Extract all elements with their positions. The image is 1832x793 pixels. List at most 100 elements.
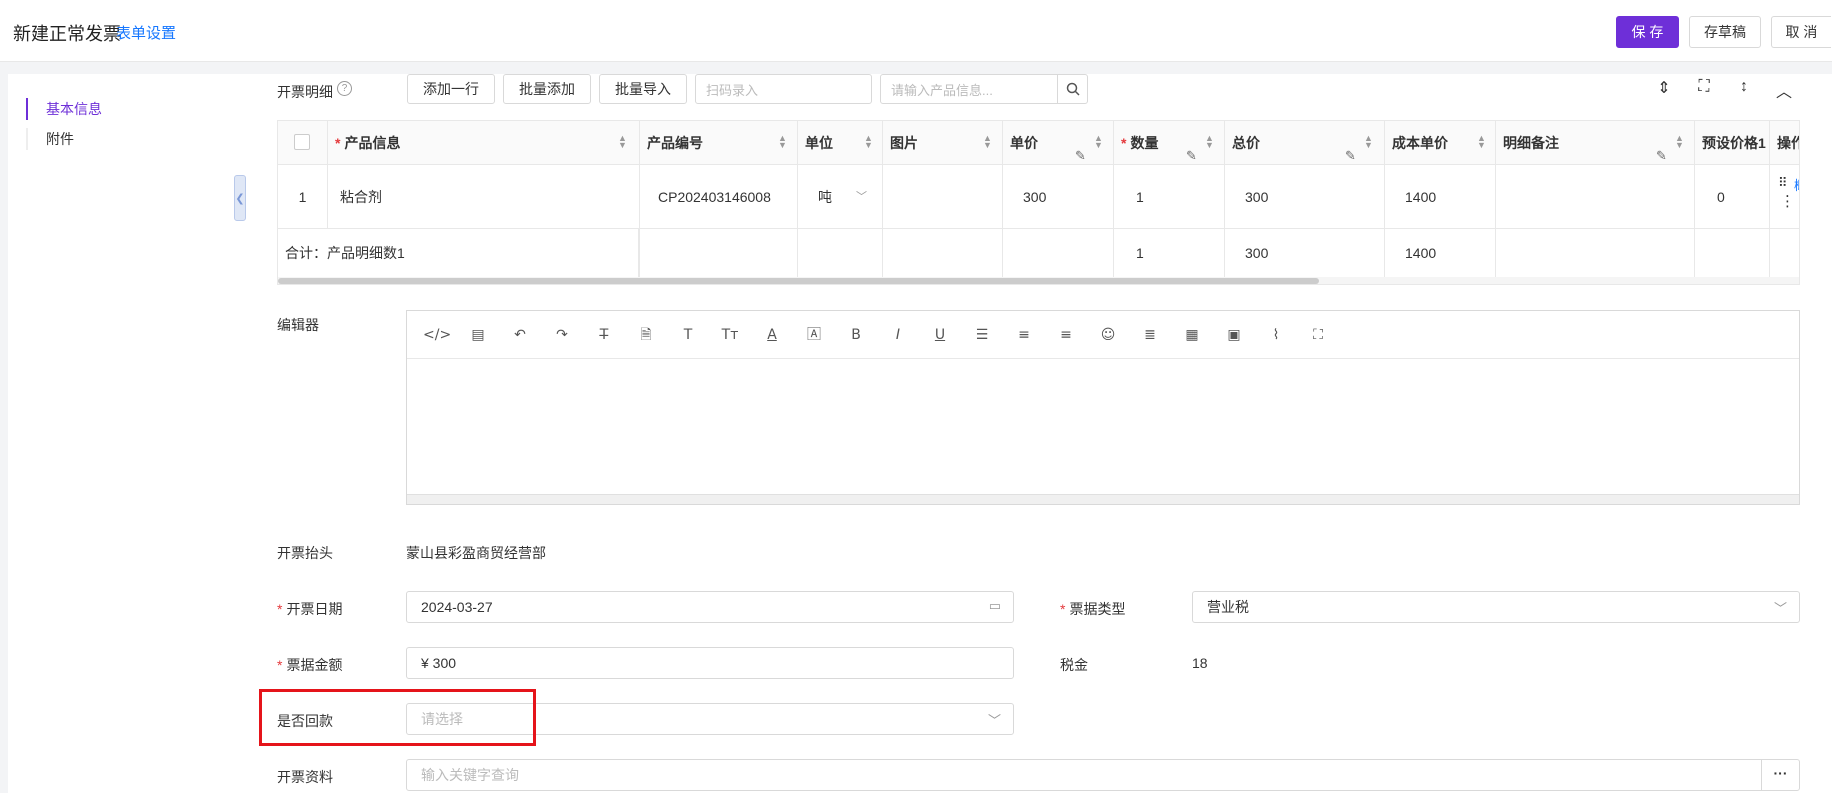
paste-doc-icon[interactable]: 🗎 bbox=[633, 325, 659, 345]
row-index: 1 bbox=[278, 165, 327, 229]
chevron-left-icon: ❮ bbox=[235, 192, 245, 205]
cell-cost-price: 1400 bbox=[1385, 165, 1495, 229]
scan-input[interactable]: 扫码录入 bbox=[695, 74, 872, 104]
amount-input[interactable]: ¥ 300 bbox=[406, 647, 1014, 679]
font-size-icon[interactable]: Tт bbox=[717, 325, 743, 345]
density-icon[interactable]: ⇕ bbox=[1654, 78, 1674, 98]
cell-remark[interactable] bbox=[1496, 165, 1694, 229]
rich-text-editor: </> ▤ ↶ ↷ T̶ 🗎 T Tт A 🄰 B I U ☰ ≡ ≡ ☺ ≣ … bbox=[406, 310, 1800, 505]
page-title: 新建正常发票 bbox=[13, 24, 121, 44]
sort-icon[interactable]: ▲ ▼ bbox=[983, 134, 992, 150]
nav-item-attachments[interactable]: 附件 bbox=[26, 128, 74, 150]
invoice-date-picker[interactable]: 2024-03-27 ▭ bbox=[406, 591, 1014, 623]
sort-icon[interactable]: ▲ ▼ bbox=[1094, 134, 1103, 150]
sort-icon[interactable]: ▲ ▼ bbox=[618, 134, 627, 150]
sort-icon[interactable]: ▲ ▼ bbox=[1205, 134, 1214, 150]
search-icon bbox=[1066, 82, 1080, 96]
header-total[interactable]: 总价 ✎ ▲ ▼ bbox=[1225, 121, 1384, 165]
invoice-date-label: * 开票日期 bbox=[277, 601, 343, 617]
sort-icon[interactable]: ▲ ▼ bbox=[1364, 134, 1373, 150]
sort-icon[interactable]: ▲ ▼ bbox=[864, 134, 873, 150]
unit-select[interactable]: 吨 ﹀ bbox=[798, 165, 882, 229]
unit-column: 单位 ▲ ▼ 吨 ﹀ bbox=[798, 121, 883, 284]
fullscreen-icon[interactable]: ⛶ bbox=[1694, 78, 1714, 96]
scrollbar-thumb[interactable] bbox=[278, 278, 1319, 284]
template-icon[interactable]: ▤ bbox=[465, 325, 491, 345]
page-header: 新建正常发票 表单设置 保 存 存草稿 取 消 bbox=[0, 0, 1832, 62]
strikethrough-icon[interactable]: T̶ bbox=[591, 325, 617, 345]
image-column: 图片 ▲ ▼ bbox=[883, 121, 1003, 284]
sort-icon[interactable]: ▲ ▼ bbox=[1477, 134, 1486, 150]
drag-handle-icon[interactable]: ⠿ bbox=[1778, 175, 1788, 191]
more-vertical-icon[interactable]: ⋮ bbox=[1780, 192, 1795, 210]
batch-add-button[interactable]: 批量添加 bbox=[503, 74, 591, 104]
more-options-button[interactable]: ··· bbox=[1761, 760, 1799, 790]
summary-quantity: 1 bbox=[1136, 245, 1144, 261]
select-all-checkbox[interactable] bbox=[294, 134, 310, 150]
column-height-icon[interactable]: ↕ bbox=[1734, 78, 1754, 96]
save-draft-button[interactable]: 存草稿 bbox=[1689, 16, 1761, 48]
header-image[interactable]: 图片 ▲ ▼ bbox=[883, 121, 1002, 165]
quantity-column: * 数量 ✎ ▲ ▼ 1 1 bbox=[1114, 121, 1225, 284]
cell-unit-price[interactable]: 300 bbox=[1003, 165, 1113, 229]
header-remark[interactable]: 明细备注 ✎ ▲ ▼ bbox=[1496, 121, 1694, 165]
product-search-input[interactable]: 请输入产品信息... bbox=[880, 74, 1058, 104]
editor-label: 编辑器 bbox=[277, 317, 319, 333]
receipt-type-select[interactable]: 营业税 ﹀ bbox=[1192, 591, 1800, 623]
batch-import-button[interactable]: 批量导入 bbox=[599, 74, 687, 104]
code-icon[interactable]: </> bbox=[423, 325, 451, 345]
tax-label: 税金 bbox=[1060, 657, 1088, 673]
italic-icon[interactable]: I bbox=[885, 325, 911, 345]
detail-label: 开票明细 bbox=[277, 84, 333, 100]
invoice-info-input[interactable]: 输入关键字查询 ··· bbox=[406, 759, 1800, 791]
header-unit[interactable]: 单位 ▲ ▼ bbox=[798, 121, 882, 165]
sort-icon[interactable]: ▲ ▼ bbox=[778, 134, 787, 150]
header-product-info[interactable]: * 产品信息 ▲ ▼ bbox=[328, 121, 639, 165]
fullscreen-icon[interactable]: ⛶ bbox=[1305, 325, 1331, 345]
line-height-icon[interactable]: ≣ bbox=[1137, 325, 1163, 345]
align-left-icon[interactable]: ☰ bbox=[969, 325, 995, 345]
nav-item-basic-info[interactable]: 基本信息 bbox=[26, 98, 102, 120]
undo-icon[interactable]: ↶ bbox=[507, 325, 533, 345]
table-icon[interactable]: ▦ bbox=[1179, 325, 1205, 345]
redo-icon[interactable]: ↷ bbox=[549, 325, 575, 345]
product-search-button[interactable] bbox=[1057, 74, 1088, 104]
sort-icon[interactable]: ▲ ▼ bbox=[1675, 134, 1684, 150]
form-settings-link[interactable]: 表单设置 bbox=[116, 22, 176, 43]
bold-icon[interactable]: B bbox=[843, 325, 869, 345]
summary-total: 300 bbox=[1245, 245, 1269, 261]
header-quantity[interactable]: * 数量 ✎ ▲ ▼ bbox=[1114, 121, 1224, 165]
cell-image[interactable] bbox=[883, 165, 1002, 229]
calendar-icon: ▭ bbox=[988, 598, 1001, 613]
header-cost-price[interactable]: 成本单价 ▲ ▼ bbox=[1385, 121, 1495, 165]
unit-price-column: 单价 ✎ ▲ ▼ 300 bbox=[1003, 121, 1114, 284]
cell-total[interactable]: 300 bbox=[1225, 165, 1384, 229]
background-color-icon[interactable]: 🄰 bbox=[801, 325, 827, 345]
underline-icon[interactable]: U bbox=[927, 325, 953, 345]
emoji-icon[interactable]: ☺ bbox=[1095, 325, 1121, 345]
font-icon[interactable]: T bbox=[675, 325, 701, 345]
total-column: 总价 ✎ ▲ ▼ 300 300 bbox=[1225, 121, 1385, 284]
add-row-button[interactable]: 添加一行 bbox=[407, 74, 495, 104]
invoice-title-value: 蒙山县彩盈商贸经营部 bbox=[406, 545, 546, 561]
highlight-box bbox=[259, 689, 536, 746]
cell-product-info[interactable]: 粘合剂 bbox=[328, 165, 639, 229]
collapse-sidebar-button[interactable]: ❮ bbox=[234, 175, 246, 221]
align-right-icon[interactable]: ≡ bbox=[1053, 325, 1079, 345]
editor-content[interactable] bbox=[407, 359, 1799, 496]
question-circle-icon[interactable]: ? bbox=[337, 81, 352, 96]
editor-resize-bar[interactable] bbox=[407, 494, 1799, 504]
align-center-icon[interactable]: ≡ bbox=[1011, 325, 1037, 345]
save-button[interactable]: 保 存 bbox=[1616, 16, 1679, 48]
header-preset-price[interactable]: 预设价格1 bbox=[1695, 121, 1769, 165]
cell-quantity[interactable]: 1 bbox=[1114, 165, 1224, 229]
header-unit-price[interactable]: 单价 ✎ ▲ ▼ bbox=[1003, 121, 1113, 165]
chevron-up-icon[interactable]: ︿ bbox=[1774, 78, 1794, 102]
font-color-icon[interactable]: A bbox=[759, 325, 785, 345]
image-icon[interactable]: ▣ bbox=[1221, 325, 1247, 345]
header-product-code[interactable]: 产品编号 ▲ ▼ bbox=[640, 121, 797, 165]
invoice-title-label: 开票抬头 bbox=[277, 545, 333, 561]
cancel-button[interactable]: 取 消 bbox=[1771, 16, 1831, 48]
table-horizontal-scrollbar[interactable] bbox=[278, 277, 1799, 284]
attachment-icon[interactable]: ⌇ bbox=[1263, 325, 1289, 345]
